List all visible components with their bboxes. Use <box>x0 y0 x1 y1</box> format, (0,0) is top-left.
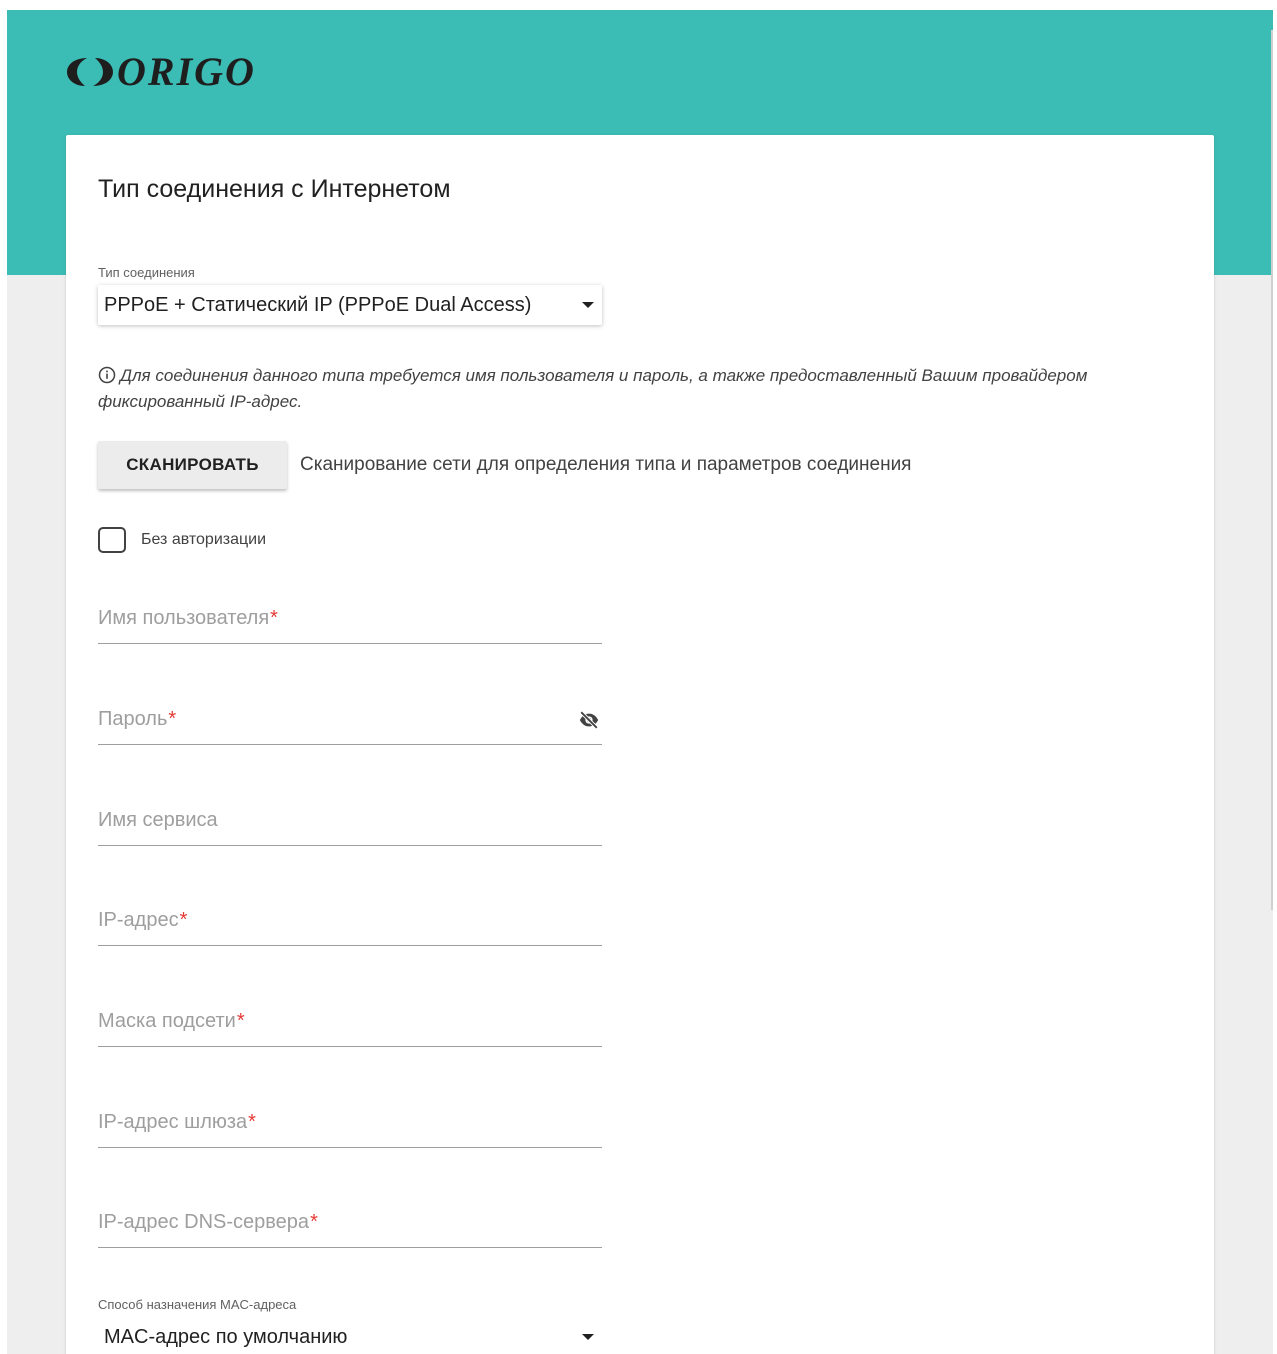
subnet-mask-field[interactable]: Маска подсети* <box>98 997 602 1047</box>
required-mark: * <box>168 708 177 730</box>
info-message: Для соединения данного типа требуется им… <box>98 363 1138 415</box>
mac-assignment-value: MAC-адрес по умолчанию <box>104 1325 348 1348</box>
username-label: Имя пользователя* <box>98 607 278 629</box>
info-text: Для соединения данного типа требуется им… <box>98 366 1088 411</box>
required-mark: * <box>248 1111 256 1133</box>
password-field[interactable]: Пароль* <box>98 695 602 745</box>
required-mark: * <box>270 607 278 629</box>
origo-logo: ORIGO <box>65 52 256 92</box>
ip-address-label: IP-адрес* <box>98 909 188 931</box>
no-auth-checkbox[interactable] <box>98 527 126 553</box>
scan-row: СКАНИРОВАТЬ Сканирование сети для опреде… <box>98 441 911 489</box>
mac-assignment-select-group: Способ назначения MAC-адреса MAC-адрес п… <box>98 1297 602 1354</box>
connection-type-select-group: Тип соединения PPPoE + Статический IP (P… <box>98 265 602 325</box>
ip-address-field[interactable]: IP-адрес* <box>98 896 602 946</box>
connection-type-label: Тип соединения <box>98 265 195 280</box>
scrollbar-edge <box>1271 30 1273 910</box>
dns-field[interactable]: IP-адрес DNS-сервера* <box>98 1198 602 1248</box>
service-name-field[interactable]: Имя сервиса <box>98 796 602 846</box>
chevron-down-icon <box>582 1334 594 1340</box>
mac-assignment-label: Способ назначения MAC-адреса <box>98 1297 297 1312</box>
required-mark: * <box>179 909 188 931</box>
dns-label: IP-адрес DNS-сервера* <box>98 1211 318 1233</box>
scan-button[interactable]: СКАНИРОВАТЬ <box>98 441 287 489</box>
page-title: Тип соединения с Интернетом <box>98 175 451 203</box>
eye-off-icon[interactable] <box>578 709 600 731</box>
chevron-down-icon <box>582 302 594 308</box>
origo-logo-icon <box>67 58 113 86</box>
page: ORIGO Тип соединения с Интернетом Тип со… <box>7 10 1273 1354</box>
mac-assignment-select[interactable]: MAC-адрес по умолчанию <box>98 1317 602 1354</box>
required-mark: * <box>236 1010 245 1032</box>
required-mark: * <box>310 1211 318 1233</box>
settings-card: Тип соединения с Интернетом Тип соединен… <box>66 135 1214 1354</box>
password-label: Пароль* <box>98 708 177 730</box>
gateway-label: IP-адрес шлюза* <box>98 1111 256 1133</box>
no-auth-row: Без авторизации <box>98 527 266 553</box>
gateway-field[interactable]: IP-адрес шлюза* <box>98 1098 602 1148</box>
connection-type-value: PPPoE + Статический IP (PPPoE Dual Acces… <box>104 293 532 316</box>
info-icon <box>98 366 116 384</box>
username-field[interactable]: Имя пользователя* <box>98 594 602 644</box>
logo-text: ORIGO <box>117 49 256 94</box>
service-name-label: Имя сервиса <box>98 809 218 831</box>
scan-description: Сканирование сети для определения типа и… <box>300 454 912 475</box>
no-auth-label[interactable]: Без авторизации <box>141 531 266 549</box>
connection-type-select[interactable]: PPPoE + Статический IP (PPPoE Dual Acces… <box>98 285 602 325</box>
subnet-mask-label: Маска подсети* <box>98 1010 245 1032</box>
